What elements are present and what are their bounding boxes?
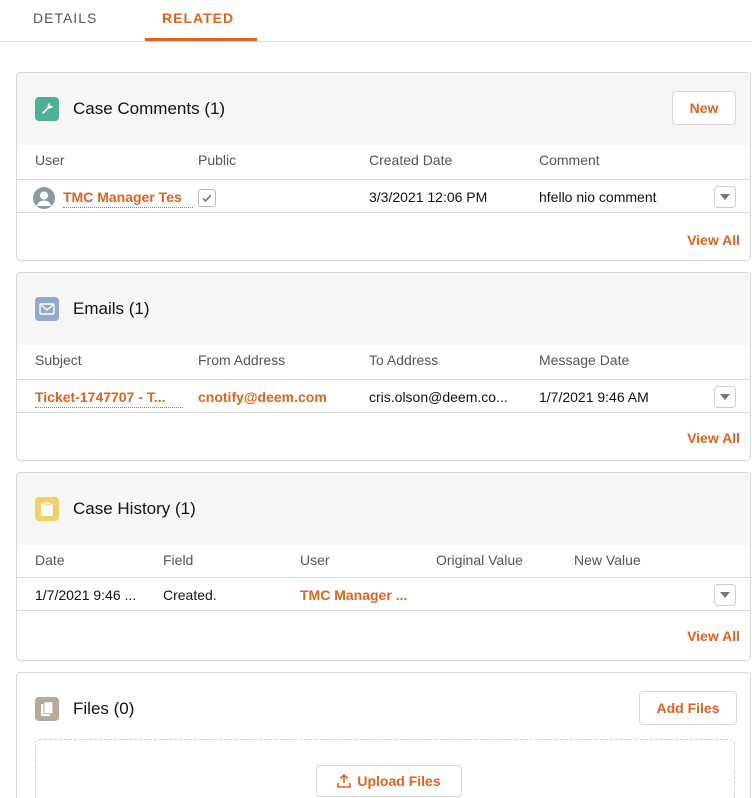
history-field: Created. bbox=[163, 587, 217, 603]
table-row: Ticket-1747707 - T... cnotify@deem.com c… bbox=[17, 379, 750, 413]
view-all-link[interactable]: View All bbox=[687, 232, 740, 248]
tab-bar: DETAILS RELATED bbox=[0, 0, 752, 42]
upload-files-button[interactable]: Upload Files bbox=[316, 765, 462, 797]
comment-text: hfello nio comment bbox=[539, 189, 657, 205]
history-user-link[interactable]: TMC Manager ... bbox=[300, 587, 407, 603]
envelope-icon bbox=[35, 297, 59, 321]
active-tab-indicator bbox=[145, 38, 257, 41]
case-comments-card: Case Comments (1) New User Public Create… bbox=[16, 72, 751, 261]
history-date: 1/7/2021 9:46 ... bbox=[35, 587, 137, 603]
column-header: User bbox=[35, 152, 65, 168]
column-header: To Address bbox=[369, 352, 439, 368]
email-subject-link[interactable]: Ticket-1747707 - T... bbox=[35, 389, 183, 408]
public-checkbox bbox=[198, 189, 216, 207]
new-button[interactable]: New bbox=[672, 91, 736, 125]
row-actions-chevron-down-icon[interactable] bbox=[714, 186, 736, 208]
card-title: Case Comments (1) bbox=[73, 99, 226, 118]
column-header: Original Value bbox=[436, 552, 523, 568]
user-link[interactable]: TMC Manager Tes bbox=[63, 189, 193, 208]
column-header: Created Date bbox=[369, 152, 453, 168]
emails-card: Emails (1) Subject From Address To Addre… bbox=[16, 272, 751, 461]
column-header: Subject bbox=[35, 352, 82, 368]
card-title: Emails (1) bbox=[73, 299, 150, 318]
clipboard-icon bbox=[35, 497, 59, 521]
column-header: Date bbox=[35, 552, 65, 568]
tab-details[interactable]: DETAILS bbox=[33, 10, 97, 26]
view-all-link[interactable]: View All bbox=[687, 430, 740, 446]
column-header: User bbox=[300, 552, 330, 568]
column-header: Field bbox=[163, 552, 194, 568]
column-header: New Value bbox=[574, 552, 641, 568]
column-header: Public bbox=[198, 152, 237, 168]
case-history-card: Case History (1) Date Field User Origina… bbox=[16, 472, 751, 661]
card-title: Files (0) bbox=[73, 699, 135, 718]
view-all-link[interactable]: View All bbox=[687, 628, 740, 644]
table-row: 1/7/2021 9:46 ... Created. TMC Manager .… bbox=[17, 577, 750, 611]
files-card: Files (0) Add Files Upload Files bbox=[16, 672, 751, 798]
add-files-button[interactable]: Add Files bbox=[639, 691, 737, 725]
from-address-link[interactable]: cnotify@deem.com bbox=[198, 389, 327, 405]
row-actions-chevron-down-icon[interactable] bbox=[714, 584, 736, 606]
table-row: TMC Manager Tes 3/3/2021 12:06 PM hfello… bbox=[17, 179, 750, 213]
column-header: Comment bbox=[539, 152, 600, 168]
files-icon bbox=[35, 697, 59, 721]
tab-related[interactable]: RELATED bbox=[162, 10, 234, 26]
message-date: 1/7/2021 9:46 AM bbox=[539, 389, 649, 405]
user-avatar-icon bbox=[33, 187, 55, 209]
wrench-icon bbox=[35, 97, 59, 121]
card-title: Case History (1) bbox=[73, 499, 196, 518]
upload-files-label: Upload Files bbox=[357, 773, 441, 789]
to-address: cris.olson@deem.co... bbox=[369, 389, 508, 405]
column-header: Message Date bbox=[539, 352, 630, 368]
column-header: From Address bbox=[198, 352, 286, 368]
row-actions-chevron-down-icon[interactable] bbox=[714, 386, 736, 408]
file-dropzone[interactable]: Upload Files bbox=[35, 739, 735, 798]
created-date: 3/3/2021 12:06 PM bbox=[369, 189, 488, 205]
upload-icon bbox=[337, 774, 352, 788]
